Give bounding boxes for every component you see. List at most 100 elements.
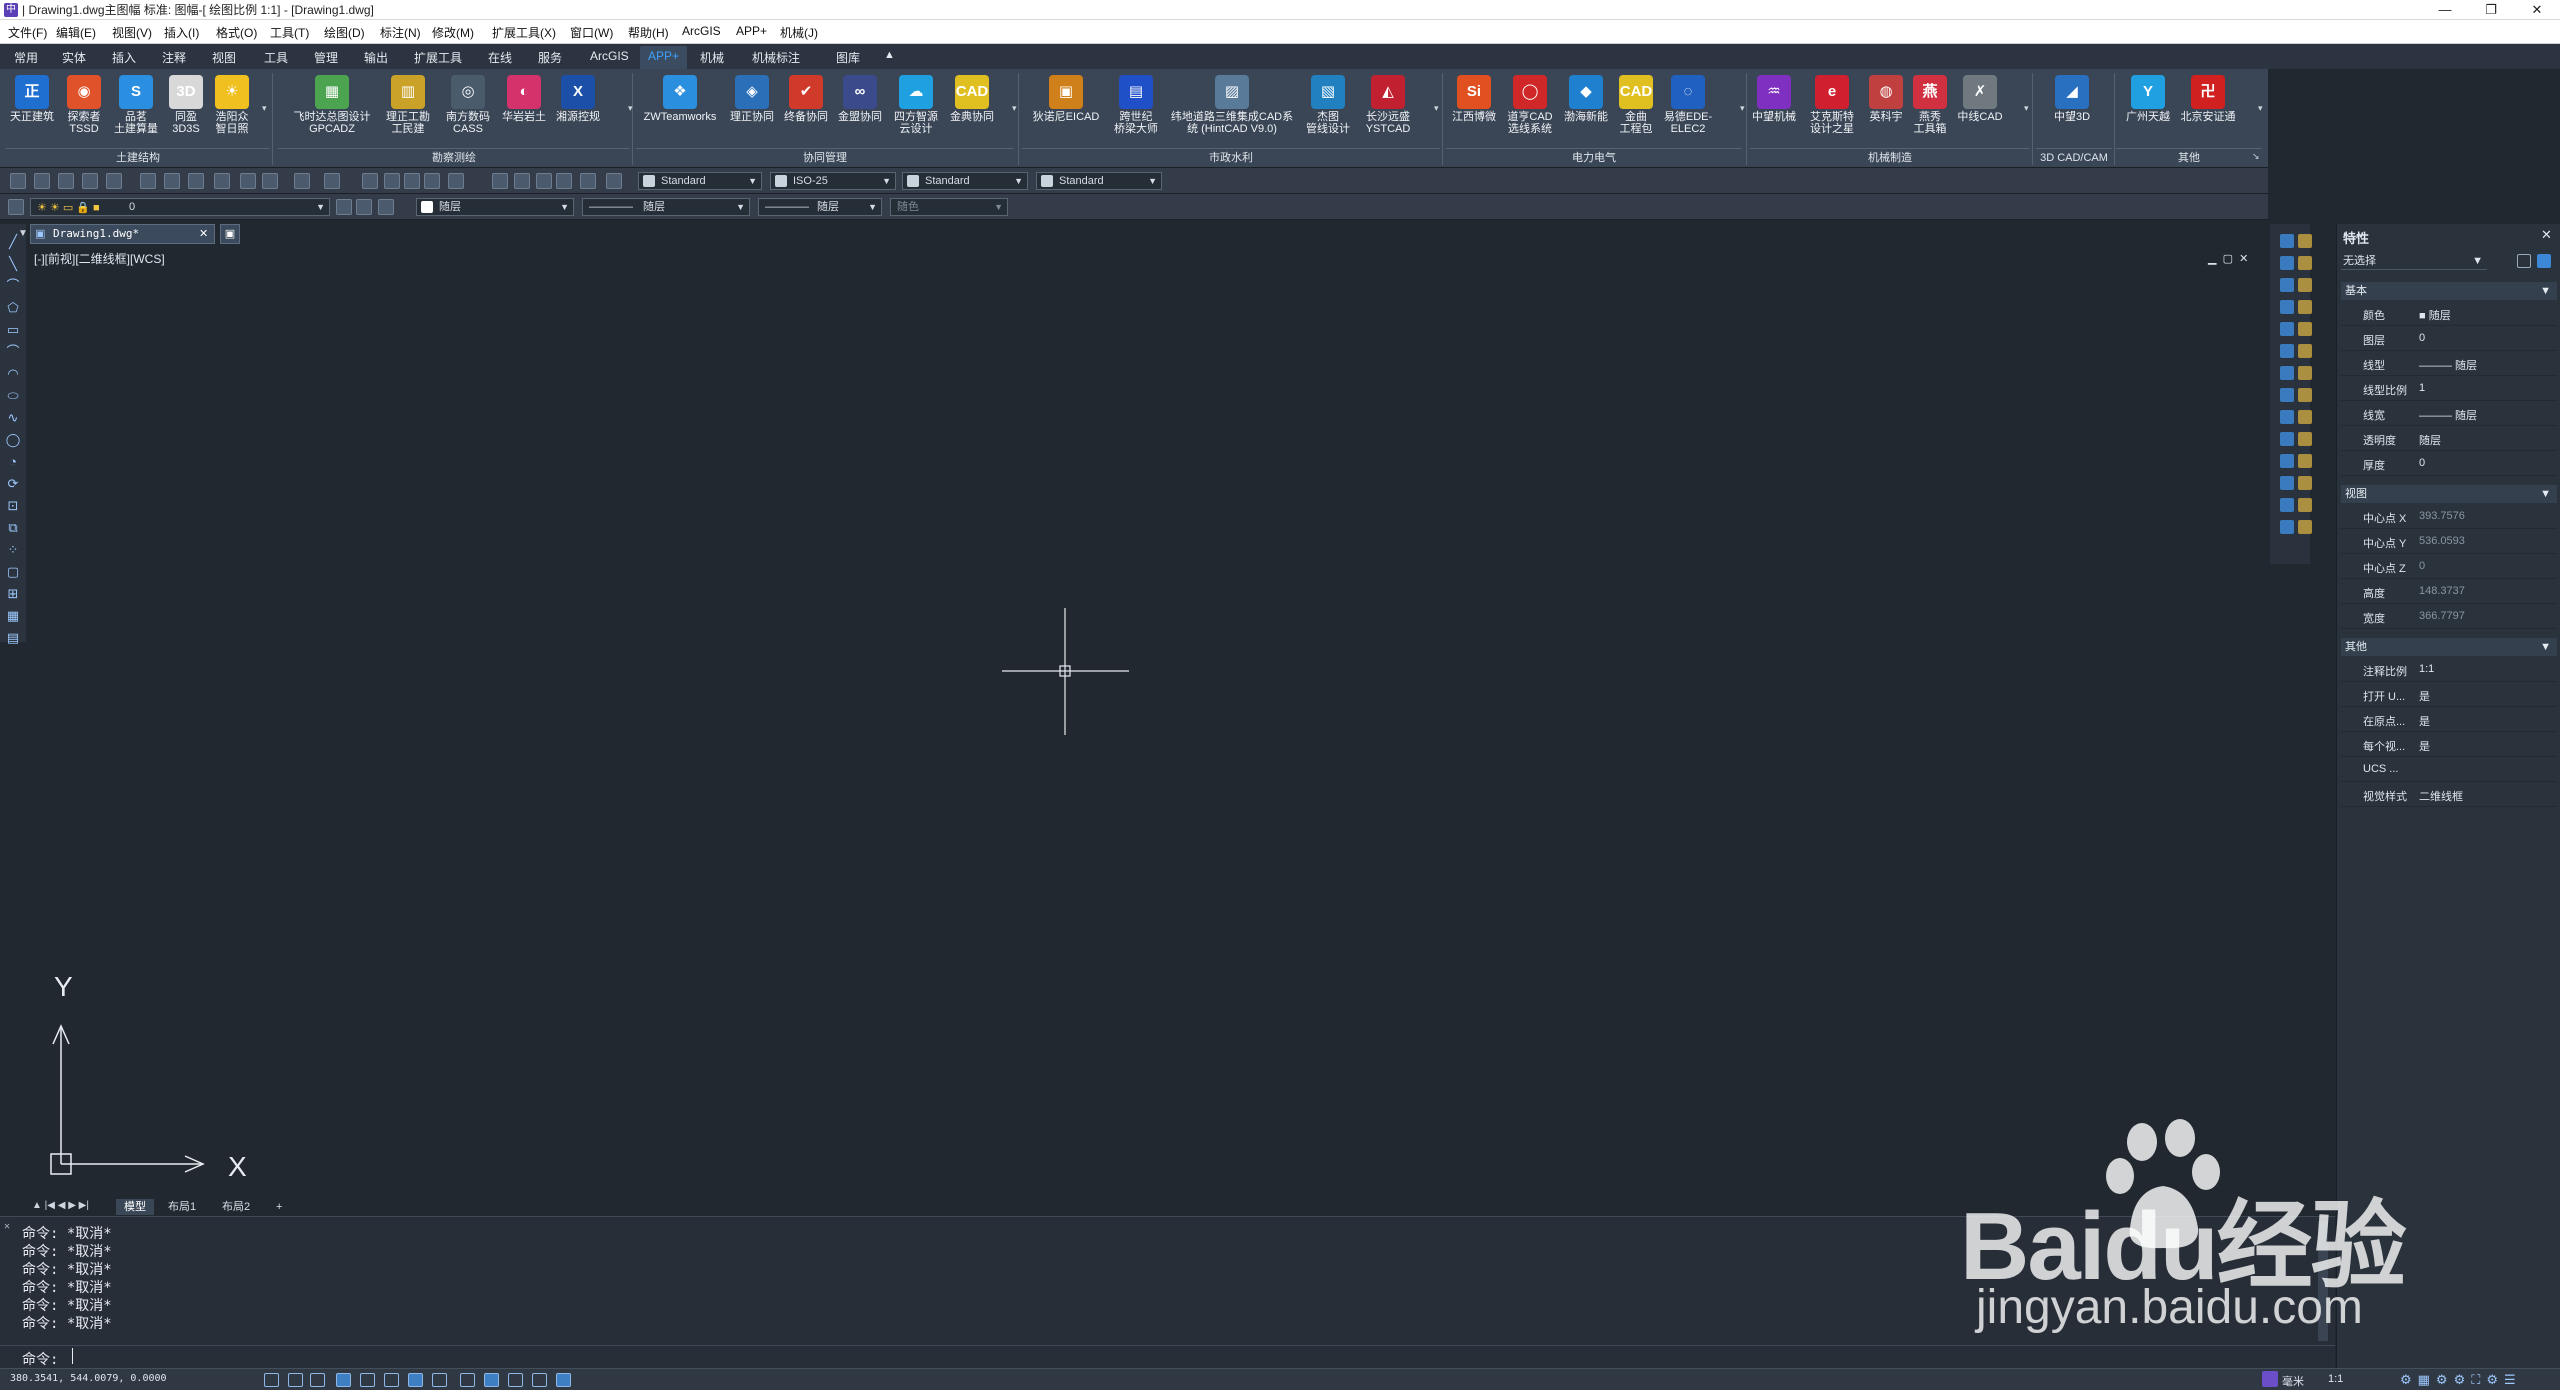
ribbon-button-28[interactable]: ◍ 英科宇 — [1861, 75, 1911, 123]
toolbar-icon-9[interactable] — [240, 173, 256, 189]
property-row-view-0[interactable]: 中心点 X 393.7576 — [2341, 505, 2557, 529]
tab-1[interactable]: 实体 — [62, 49, 86, 66]
close-palette-icon[interactable]: ✕ — [2541, 227, 2552, 243]
close-command-window-icon[interactable]: ✕ — [4, 1221, 10, 1232]
menu-1[interactable]: 编辑(E) — [56, 24, 96, 41]
modify-tool-icon-b7[interactable] — [2298, 388, 2312, 402]
ribbon-button-9[interactable]: X 湘源控规 — [551, 75, 605, 123]
status-toggle-icon-10[interactable] — [508, 1373, 523, 1387]
draw-tool-icon-8[interactable]: ∿ — [5, 410, 21, 426]
modify-tool-icon-b1[interactable] — [2298, 256, 2312, 270]
toolbar-icon-13[interactable] — [362, 173, 378, 189]
toolbar-icon-19[interactable] — [514, 173, 530, 189]
quick-select-icon[interactable] — [2517, 254, 2531, 268]
toolbar-icon-5[interactable] — [140, 173, 156, 189]
ribbon-button-25[interactable]: ◌ 易德EDE- ELEC2 — [1660, 75, 1716, 135]
ribbon-button-31[interactable]: ◢ 中望3D — [2044, 75, 2100, 123]
tab-12[interactable]: APP+ — [640, 46, 688, 69]
menu-9[interactable]: 扩展工具(X) — [492, 24, 556, 41]
ribbon-button-21[interactable]: Si 江西博微 — [1447, 75, 1501, 123]
status-tray-icons[interactable]: ⚙▦⚙⚙⛶⚙☰ — [2400, 1372, 2522, 1388]
menu-0[interactable]: 文件(F) — [8, 24, 47, 41]
toolbar-icon-16[interactable] — [424, 173, 440, 189]
modify-tool-icon-b2[interactable] — [2298, 278, 2312, 292]
status-toggle-icon-6[interactable] — [408, 1373, 423, 1387]
modify-tool-icon-a6[interactable] — [2280, 366, 2294, 380]
draw-tool-icon-9[interactable]: ◯ — [5, 432, 21, 448]
toolbar-icon-3[interactable] — [82, 173, 98, 189]
tab-3[interactable]: 注释 — [162, 49, 186, 66]
toolbar-icon-6[interactable] — [164, 173, 180, 189]
draw-tool-icon-2[interactable]: ⌒ — [5, 278, 21, 294]
ribbon-button-2[interactable]: S 品茗 土建算量 — [109, 75, 163, 135]
menu-8[interactable]: 修改(M) — [432, 24, 474, 41]
property-row-basic-6[interactable]: 厚度 0 — [2341, 452, 2557, 476]
tab-10[interactable]: 服务 — [538, 49, 562, 66]
layout-nav-icons[interactable]: ▲ |◀ ◀ ▶ ▶| — [32, 1200, 89, 1211]
menu-10[interactable]: 窗口(W) — [570, 24, 613, 41]
toolbar-icon-7[interactable] — [188, 173, 204, 189]
tab-5[interactable]: 工具 — [264, 49, 288, 66]
modify-tool-icon-a5[interactable] — [2280, 344, 2294, 358]
draw-tool-icon-4[interactable]: ▭ — [5, 322, 21, 338]
menu-6[interactable]: 绘图(D) — [324, 24, 365, 41]
draw-tool-icon-14[interactable]: ⁘ — [5, 542, 21, 558]
ribbon-button-12[interactable]: ✔ 终备协同 — [779, 75, 833, 123]
toolbar-icon-21[interactable] — [556, 173, 572, 189]
status-toggle-icon-4[interactable] — [360, 1373, 375, 1387]
layer-manager-icon[interactable] — [8, 199, 24, 215]
modify-tool-icon-a2[interactable] — [2280, 278, 2294, 292]
property-row-basic-5[interactable]: 透明度 随层 — [2341, 427, 2557, 451]
tab-8[interactable]: 扩展工具 — [414, 49, 462, 66]
ribbon-button-14[interactable]: ☁ 四方智源 云设计 — [888, 75, 944, 135]
layout-tab-1[interactable]: 布局1 — [160, 1199, 204, 1215]
draw-tool-icon-11[interactable]: ⟳ — [5, 476, 21, 492]
modify-tool-icon-a11[interactable] — [2280, 476, 2294, 490]
ribbon-button-24[interactable]: CAD 金曲 工程包 — [1611, 75, 1661, 135]
maximize-button[interactable]: ❐ — [2468, 0, 2514, 20]
property-row-view-2[interactable]: 中心点 Z 0 — [2341, 555, 2557, 579]
property-row-misc-4[interactable]: UCS ... — [2341, 758, 2557, 782]
select-objects-icon[interactable] — [2537, 254, 2551, 268]
modify-tool-icon-b5[interactable] — [2298, 344, 2312, 358]
status-toggle-icon-2[interactable] — [310, 1373, 325, 1387]
property-row-view-1[interactable]: 中心点 Y 536.0593 — [2341, 530, 2557, 554]
property-row-basic-4[interactable]: 线宽 ——— 随层 — [2341, 402, 2557, 426]
ribbon-button-15[interactable]: CAD 金典协同 — [945, 75, 999, 123]
toolbar-icon-10[interactable] — [262, 173, 278, 189]
layer-state-icon[interactable] — [378, 199, 394, 215]
status-toggle-icon-9[interactable] — [484, 1373, 499, 1387]
ribbon-button-7[interactable]: ◎ 南方数码 CASS — [440, 75, 496, 135]
ribbon-button-10[interactable]: ❖ ZWTeamworks — [632, 75, 728, 123]
lineweight-combo[interactable]: ———— 随层 ▼ — [758, 198, 882, 216]
modify-tool-icon-a7[interactable] — [2280, 388, 2294, 402]
tab-13[interactable]: 机械 — [700, 49, 724, 66]
status-toggle-icon-0[interactable] — [264, 1373, 279, 1387]
toolbar-icon-15[interactable] — [404, 173, 420, 189]
table-style-combo[interactable]: Standard ▼ — [902, 172, 1028, 190]
viewport-label[interactable]: [-][前视][二维线框][WCS] — [34, 250, 165, 267]
ribbon-button-13[interactable]: ∞ 金盟协同 — [833, 75, 887, 123]
annotation-icon[interactable] — [2262, 1371, 2278, 1387]
property-row-misc-2[interactable]: 在原点... 是 — [2341, 708, 2557, 732]
layer-previous-icon[interactable] — [356, 199, 372, 215]
draw-tool-icon-15[interactable]: ▢ — [5, 564, 21, 580]
annotation-scale[interactable]: 1:1 — [2328, 1373, 2343, 1385]
property-row-basic-0[interactable]: 颜色 ■ 随层 — [2341, 302, 2557, 326]
close-tab-icon[interactable]: ✕ — [199, 225, 208, 243]
ribbon-button-22[interactable]: ◯ 道亨CAD 选线系统 — [1502, 75, 1558, 135]
ribbon-button-11[interactable]: ◈ 理正协同 — [724, 75, 780, 123]
toolbar-icon-18[interactable] — [492, 173, 508, 189]
property-row-view-3[interactable]: 高度 148.3737 — [2341, 580, 2557, 604]
tab-2[interactable]: 插入 — [112, 49, 136, 66]
modify-tool-icon-b4[interactable] — [2298, 322, 2312, 336]
modify-tool-icon-b12[interactable] — [2298, 498, 2312, 512]
property-row-basic-1[interactable]: 图层 0 — [2341, 327, 2557, 351]
modify-tool-icon-a10[interactable] — [2280, 454, 2294, 468]
modify-tool-icon-a0[interactable] — [2280, 234, 2294, 248]
tab-9[interactable]: 在线 — [488, 49, 512, 66]
toolbar-icon-23[interactable] — [606, 173, 622, 189]
modify-tool-icon-a8[interactable] — [2280, 410, 2294, 424]
property-row-misc-5[interactable]: 视觉样式 二维线框 — [2341, 783, 2557, 807]
toolbar-icon-8[interactable] — [214, 173, 230, 189]
